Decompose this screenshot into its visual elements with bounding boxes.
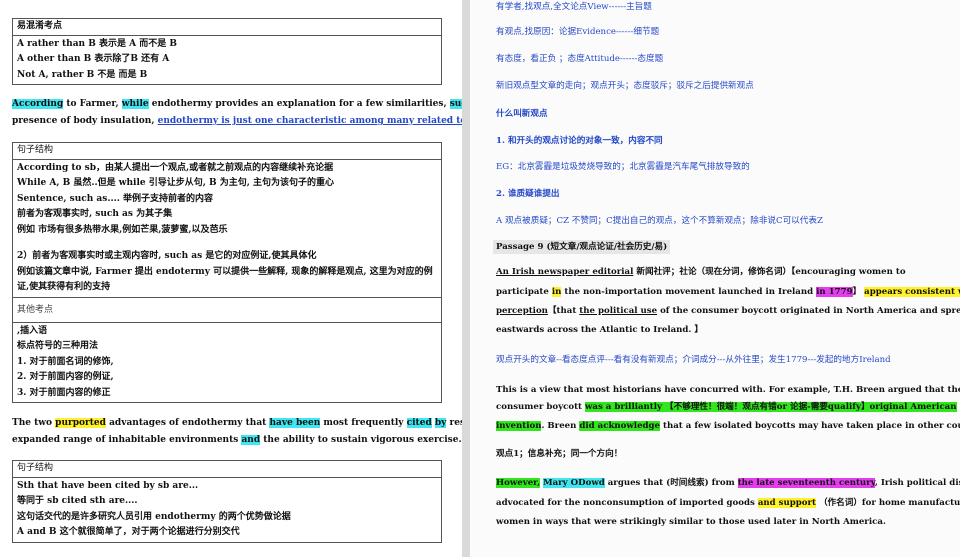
text: （作名词）for home manufactures by (818, 498, 960, 508)
text: 新闻社评；社论（现在分词，修饰名词）【encouraging women to (633, 267, 906, 277)
note-line: While A, B 虽然..但是 while 引导让步从句, B 为主句, 主… (17, 178, 335, 188)
highlight-however: However, (496, 478, 541, 488)
passage-line: participate in the non-importation movem… (496, 285, 960, 299)
note-line: EG：北京雾霾是垃圾焚烧导致的；北京雾霾是汽车尾气排放导致的 (496, 162, 750, 172)
note-line: A other than B 表示除了B 还有 A (17, 54, 170, 64)
text: 】 (852, 287, 865, 297)
note-line: 1. 和开头的观点讨论的对象一致，内容不同 (496, 136, 663, 146)
note-line: 2）前者为客观事实时或主观内容时, such as 是它的对应例证,使其具体化 (17, 251, 317, 261)
note-line: A and B 这个就很简单了，对于两个论据进行分别交代 (17, 527, 240, 537)
text: 【that (547, 306, 580, 316)
highlight-brilliantly: was a brilliantly 【不够理性！很端！观点有错or 论据-需要q… (585, 402, 957, 412)
highlight-cited: cited (406, 418, 432, 428)
note-line: 观点开头的文章--看态度点评---看有没有新观点；介词成分---从外往里；发生1… (496, 355, 891, 365)
highlight-while: while (121, 99, 149, 109)
passage-line: perception【that the political use of the… (496, 304, 960, 318)
note-line: 前者为客观事实时, such as 为其子集 (17, 209, 173, 219)
text: consumer boycott (496, 402, 586, 412)
text: the ability to sustain vigorous exercise… (260, 435, 462, 445)
note-line: 有学者,找观点,全文论点View------主旨题 (496, 2, 652, 12)
text: participate (496, 287, 552, 297)
passage-title: Passage 9 (短文章/观点论证/社会历史/易) (493, 240, 671, 254)
text: most frequently (320, 418, 407, 428)
passage-line: women in ways that were strikingly simil… (496, 517, 886, 527)
text: to Farmer, (63, 99, 122, 109)
note-line: 这句话交代的是许多研究人员引用 endothermy 的两个优势做论据 (17, 511, 291, 522)
note-line: 2. 对于前面内容的例证, (17, 372, 114, 382)
note-line: 新旧观点型文章的走向；观点开头；态度驳斥；驳斥之后提供新观点 (496, 81, 754, 91)
highlight-and: and (241, 435, 261, 445)
note-box-confusing-points: 易混淆考点 A rather than B 表示是 A 而不是 B A othe… (12, 18, 442, 85)
highlight-seventeenth-century: the late seventeenth century (737, 478, 875, 488)
highlight-invention: invention (496, 421, 542, 431)
note-line: 3. 对于前面内容的修正 (17, 387, 111, 398)
text: advocated for the nonconsumption of impo… (496, 498, 758, 508)
passage-line: eastwards across the Atlantic to Ireland… (496, 325, 703, 335)
note-line: 有观点,找原因：论据Evidence------细节题 (496, 27, 660, 37)
text: that a few isolated boycotts may have ta… (663, 421, 960, 431)
highlight-such-as: such as (449, 99, 462, 109)
note-subsection-title: 其他考点 (13, 298, 441, 323)
passage-line: An Irish newspaper editorial 新闻社评；社论（现在分… (496, 265, 906, 279)
highlight-by: by (434, 418, 447, 428)
passage-line: advocated for the nonconsumption of impo… (496, 496, 960, 510)
note-line: Sth that have been cited by sb are... (17, 480, 199, 491)
note-box-title: 易混淆考点 (13, 19, 441, 36)
passage-sentence-1: According to Farmer, while endothermy pr… (12, 96, 462, 130)
note-line: 证,使其获得有利的支持 (17, 282, 111, 292)
note-line: Sentence, such as.... 举例子支持前者的内容 (17, 193, 214, 204)
text: expanded range of inhabitable environmen… (12, 435, 242, 445)
highlight-in: in (551, 287, 562, 297)
note-heading: 什么叫新观点 (496, 109, 548, 119)
text: argues that (时间线索) from (604, 478, 738, 488)
text: endothermy provides an explanation for a… (148, 99, 450, 109)
passage-line: consumer boycott was a brilliantly 【不够理性… (496, 400, 957, 414)
highlight-have-been: have been (269, 418, 321, 428)
note-line: A rather than B 表示是 A 而不是 B (17, 38, 177, 49)
note-line: 1. 对于前面名词的修饰, (17, 356, 114, 367)
text: advantages of endothermy that (105, 418, 270, 428)
passage-line: invention. Breen did acknowledge that a … (496, 419, 960, 433)
passage-line: This is a view that most historians have… (496, 385, 960, 395)
note-line: A 观点被质疑；CZ 不赞同；C提出自己的观点，这个不算新观点；除非说C可以代表… (496, 216, 823, 226)
text: . Breen (541, 421, 580, 431)
left-page: 易混淆考点 A rather than B 表示是 A 而不是 B A othe… (0, 0, 462, 557)
note-line: Not A, rather B 不是 而是 B (17, 69, 148, 80)
highlight-purported: purported (55, 418, 106, 428)
text: presence of body insulation, (12, 116, 158, 126)
note-line: 标点符号的三种用法 (17, 341, 99, 351)
note-line: 观点1；信息补充；同一个方向！ (496, 449, 623, 459)
note-line: 2. 谁质疑谁提出 (496, 189, 560, 199)
underlined-political-use: the political use (579, 306, 658, 316)
passage-sentence-2: The two purported advantages of endother… (12, 415, 462, 449)
text: the non-importation movement launched in… (561, 287, 817, 297)
highlight-according: According (12, 99, 64, 109)
note-line: 有态度，看正负 ；态度Attitude------态度题 (496, 54, 664, 64)
note-line: 例如该篇文章中说, Farmer 提出 endotermy 可以提供一些解释, … (17, 266, 433, 277)
highlight-appears-consistent: appears consistent with (864, 287, 960, 297)
note-box-sentence-structure: 句子结构 According to sb，由某人提出一个观点,或者就之前观点的内… (12, 142, 442, 403)
highlight-in-1779: in 1779 (816, 287, 853, 297)
note-box-title: 句子结构 (13, 143, 441, 160)
note-line: ,插入语 (17, 325, 48, 336)
note-box-title: 句子结构 (13, 461, 441, 478)
note-box-sentence-structure-2: 句子结构 Sth that have been cited by sb are.… (12, 460, 442, 543)
underlined-clause: endothermy is just one characteristic am… (157, 116, 462, 126)
text: The two (12, 418, 56, 428)
underlined-perception: perception (496, 306, 548, 316)
highlight-mary-odowd: Mary ODowd (543, 478, 605, 488)
highlight-and-support: and support (757, 498, 816, 508)
text: , Irish political discourse (874, 478, 960, 488)
right-page: 有学者,找观点,全文论点View------主旨题 有观点,找原因：论据Evid… (470, 0, 960, 557)
note-line: According to sb，由某人提出一个观点,或者就之前观点的内容继续补充… (17, 162, 334, 173)
note-line: 例如 市场有很多热带水果,例如芒果,菠萝蜜,以及芭乐 (17, 224, 228, 235)
note-line: 等同于 sb cited sth are.... (17, 496, 138, 506)
passage-line: However, Mary ODowd argues that (时间线索) f… (496, 476, 960, 490)
text: of the consumer boycott originated in No… (657, 306, 960, 316)
underlined-phrase: An Irish newspaper editorial (496, 267, 634, 277)
text: researchers (449, 418, 462, 428)
highlight-did-acknowledge: did acknowledge (579, 421, 661, 431)
